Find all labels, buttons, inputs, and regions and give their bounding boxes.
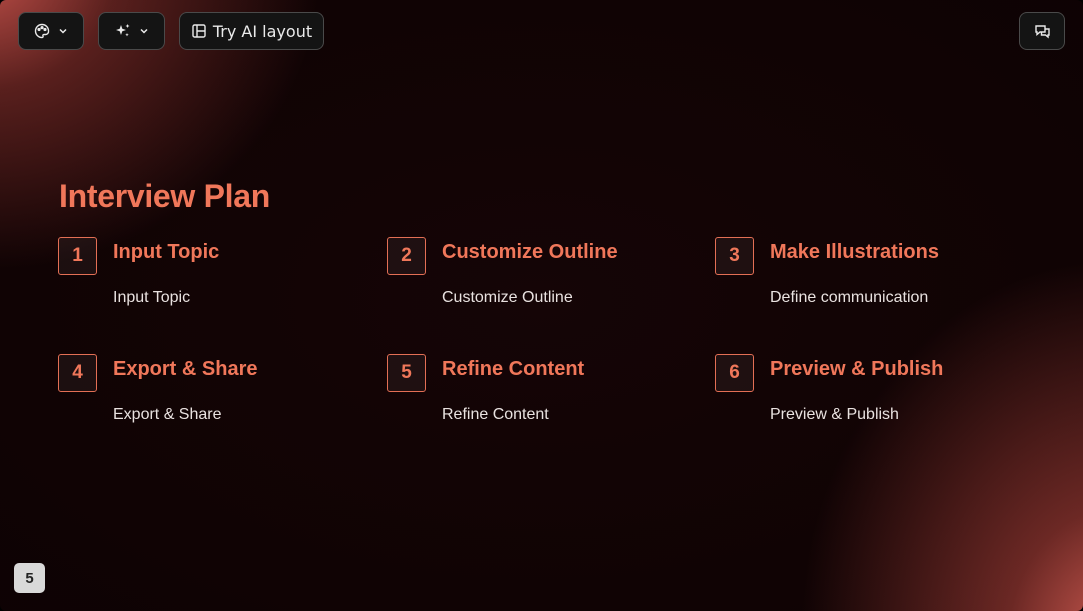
- palette-icon: [34, 23, 50, 39]
- step-description: Preview & Publish: [770, 406, 899, 423]
- slide-canvas: Try AI layout Interview Plan 1 Input Top…: [0, 0, 1083, 611]
- try-ai-layout-label: Try AI layout: [212, 21, 313, 41]
- step-heading: Preview & Publish: [770, 358, 944, 380]
- step-number: 4: [58, 354, 97, 392]
- step-description: Export & Share: [113, 406, 222, 423]
- chevron-down-icon: [58, 26, 68, 36]
- step-description: Customize Outline: [442, 289, 573, 306]
- step-heading: Export & Share: [113, 358, 258, 380]
- step-heading: Input Topic: [113, 241, 220, 263]
- step-number: 1: [58, 237, 97, 275]
- step-number: 6: [715, 354, 754, 392]
- comment-button[interactable]: [1019, 12, 1065, 50]
- step-description: Define communication: [770, 289, 929, 306]
- step-heading: Make Illustrations: [770, 241, 939, 263]
- comment-icon: [1034, 23, 1051, 39]
- step-item[interactable]: 6 Preview & Publish Preview & Publish: [715, 354, 1015, 444]
- step-item[interactable]: 5 Refine Content Refine Content: [387, 354, 687, 444]
- step-description: Input Topic: [113, 289, 191, 306]
- layout-icon: [191, 23, 207, 39]
- slide-title[interactable]: Interview Plan: [59, 178, 270, 215]
- step-item[interactable]: 3 Make Illustrations Define communicatio…: [715, 237, 1015, 327]
- try-ai-layout-button[interactable]: Try AI layout: [179, 12, 324, 50]
- step-heading: Customize Outline: [442, 241, 618, 263]
- step-item[interactable]: 2 Customize Outline Customize Outline: [387, 237, 687, 327]
- step-description: Refine Content: [442, 406, 549, 423]
- page-number-badge[interactable]: 5: [14, 563, 45, 593]
- sparkle-icon: [115, 23, 131, 39]
- theme-button[interactable]: [18, 12, 84, 50]
- step-number: 3: [715, 237, 754, 275]
- step-number: 2: [387, 237, 426, 275]
- step-number: 5: [387, 354, 426, 392]
- step-heading: Refine Content: [442, 358, 585, 380]
- step-item[interactable]: 4 Export & Share Export & Share: [58, 354, 358, 444]
- ai-assist-button[interactable]: [98, 12, 165, 50]
- step-item[interactable]: 1 Input Topic Input Topic: [58, 237, 358, 327]
- chevron-down-icon: [139, 26, 149, 36]
